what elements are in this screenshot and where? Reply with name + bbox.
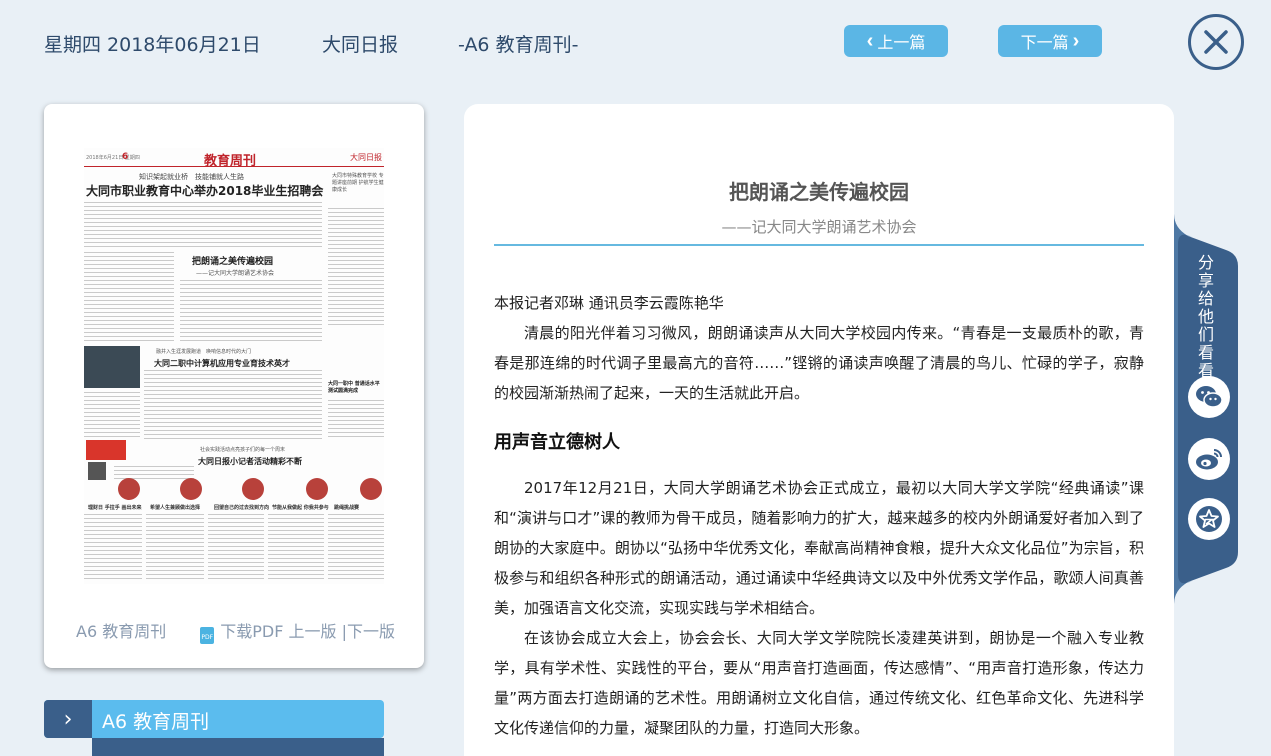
thumb-story3-sub: 融并入生涯发展跑道 唤响信息时代的大门 — [156, 349, 252, 355]
thumb-side2-title: 大同一职中 普通话水平测试圆满完成 — [328, 381, 380, 394]
close-icon — [1204, 30, 1228, 54]
thumb-page-number: 6 — [122, 152, 129, 162]
thumb-qr-code — [88, 462, 106, 480]
title-divider — [494, 244, 1144, 246]
thumb-text-block — [328, 208, 384, 328]
share-sidebar: 分享给他们看看 — [1174, 214, 1238, 604]
prev-article-label: 上一篇 — [877, 35, 926, 52]
thumb-text-block — [146, 514, 204, 580]
thumb-text-block — [84, 514, 142, 580]
favorite-star-icon — [1196, 506, 1222, 532]
thumb-story3-title: 大同二职中计算机应用专业育技术英才 — [154, 359, 290, 368]
weibo-icon — [1196, 449, 1222, 470]
thumb-photo-circle — [180, 478, 202, 500]
next-article-label: 下一篇 — [1020, 35, 1069, 52]
article-paragraph-3: 在该协会成立大会上，协会会长、大同大学文学院院长凌建英讲到，朗协是一个融入专业教… — [494, 629, 1144, 737]
article-paragraph-2: 2017年12月21日，大同大学朗诵艺术协会正式成立，最初以大同大学文学院“经典… — [494, 479, 1144, 617]
thumb-subhead: 知识架起就业桥 技能铺就人生路 — [139, 173, 244, 181]
section-nav-label: A6 教育周刊 — [102, 711, 210, 733]
thumb-date: 2018年6月21日 星期四 — [86, 155, 140, 161]
thumb-red-graphic — [86, 440, 126, 460]
newspaper-page-card: 2018年6月21日 星期四 6 教育周刊 大同日报 知识架起就业桥 技能铺就人… — [44, 104, 424, 668]
section-nav-item[interactable]: › A6 教育周刊 — [44, 700, 384, 738]
chevron-right-icon: › — [1072, 30, 1080, 52]
thumb-caption: 理财日 手拉手 画出未来 — [88, 505, 142, 511]
pdf-icon: PDF — [200, 627, 215, 644]
paper-name: 大同日报 — [322, 34, 399, 56]
section-nav-submenu — [92, 738, 384, 756]
article-panel: 把朗诵之美传遍校园 ——记大同大学朗诵艺术协会 本报记者邓琳 通讯员李云霞陈艳华… — [464, 104, 1174, 756]
thumb-photo-circle — [360, 478, 382, 500]
link-separator: | — [336, 622, 347, 641]
thumb-text-block — [268, 514, 324, 580]
thumb-story4-title: 大同日报小记者活动精彩不断 — [198, 457, 302, 466]
card-footer: A6 教育周刊 PDF 下载PDF 上一版 |下一版 — [76, 618, 395, 644]
share-favorite-button[interactable] — [1188, 498, 1230, 540]
close-button[interactable] — [1188, 14, 1244, 70]
next-article-button[interactable]: 下一篇 › — [998, 25, 1102, 57]
thumb-text-block — [84, 252, 174, 342]
article-subtitle: ——记大同大学朗诵艺术协会 — [721, 218, 917, 236]
thumb-logo: 大同日报 — [350, 153, 382, 162]
thumb-photo-circle — [306, 478, 328, 500]
prev-page-link[interactable]: 上一版 — [289, 622, 337, 641]
edition-link[interactable]: A6 教育周刊 — [76, 622, 166, 641]
thumb-text-block — [208, 514, 264, 580]
thumb-story2-sub: ——记大同大学朗诵艺术协会 — [196, 270, 275, 277]
thumb-text-block — [84, 392, 140, 440]
article-title: 把朗诵之美传遍校园 — [729, 180, 909, 204]
next-page-link[interactable]: 下一版 — [347, 622, 395, 641]
thumb-headline: 大同市职业教育中心举办2018毕业生招聘会 — [86, 184, 324, 198]
thumb-caption: 希望人生兼顾做出选择 — [150, 505, 201, 511]
issue-date: 星期四 2018年06月21日 — [44, 34, 261, 56]
thumb-photo-circle — [242, 478, 264, 500]
chevron-left-icon: ‹ — [866, 30, 874, 52]
share-weibo-button[interactable] — [1188, 438, 1230, 480]
thumb-text-block — [84, 202, 322, 248]
chevron-right-icon: › — [44, 700, 92, 738]
thumb-caption: 跳绳挑战赛 — [334, 505, 360, 511]
share-label: 分享给他们看看 — [1197, 253, 1214, 380]
thumb-text-block — [144, 370, 322, 440]
thumb-photo — [84, 346, 140, 388]
article-paragraph-1: 清晨的阳光伴着习习微风，朗朗诵读声从大同大学校园内传来。“青春是一支最质朴的歌，… — [494, 324, 1144, 402]
thumb-text-block — [180, 280, 322, 342]
thumb-caption: 回望自己的过去找到方向 — [214, 505, 270, 511]
thumb-rule — [84, 166, 384, 167]
thumb-caption: 节能从我做起 你我共参与 — [272, 505, 329, 511]
newspaper-page-thumbnail[interactable]: 2018年6月21日 星期四 6 教育周刊 大同日报 知识架起就业桥 技能铺就人… — [84, 148, 384, 584]
article-section-heading: 用声音立德树人 — [494, 432, 620, 453]
share-wechat-button[interactable] — [1188, 376, 1230, 418]
article-byline: 本报记者邓琳 通讯员李云霞陈艳华 — [494, 294, 724, 312]
wechat-icon — [1196, 386, 1223, 408]
edition-name: -A6 教育周刊- — [458, 34, 579, 56]
thumb-story2-title: 把朗诵之美传遍校园 — [192, 257, 274, 267]
thumb-story4-sub: 社会实践活动点亮孩子们的每一个周末 — [200, 447, 286, 453]
prev-article-button[interactable]: ‹ 上一篇 — [844, 25, 948, 57]
download-pdf-link[interactable]: 下载PDF — [220, 622, 283, 641]
thumb-text-block — [328, 400, 384, 440]
thumb-text-block — [328, 514, 384, 580]
thumb-photo-circle — [118, 478, 140, 500]
